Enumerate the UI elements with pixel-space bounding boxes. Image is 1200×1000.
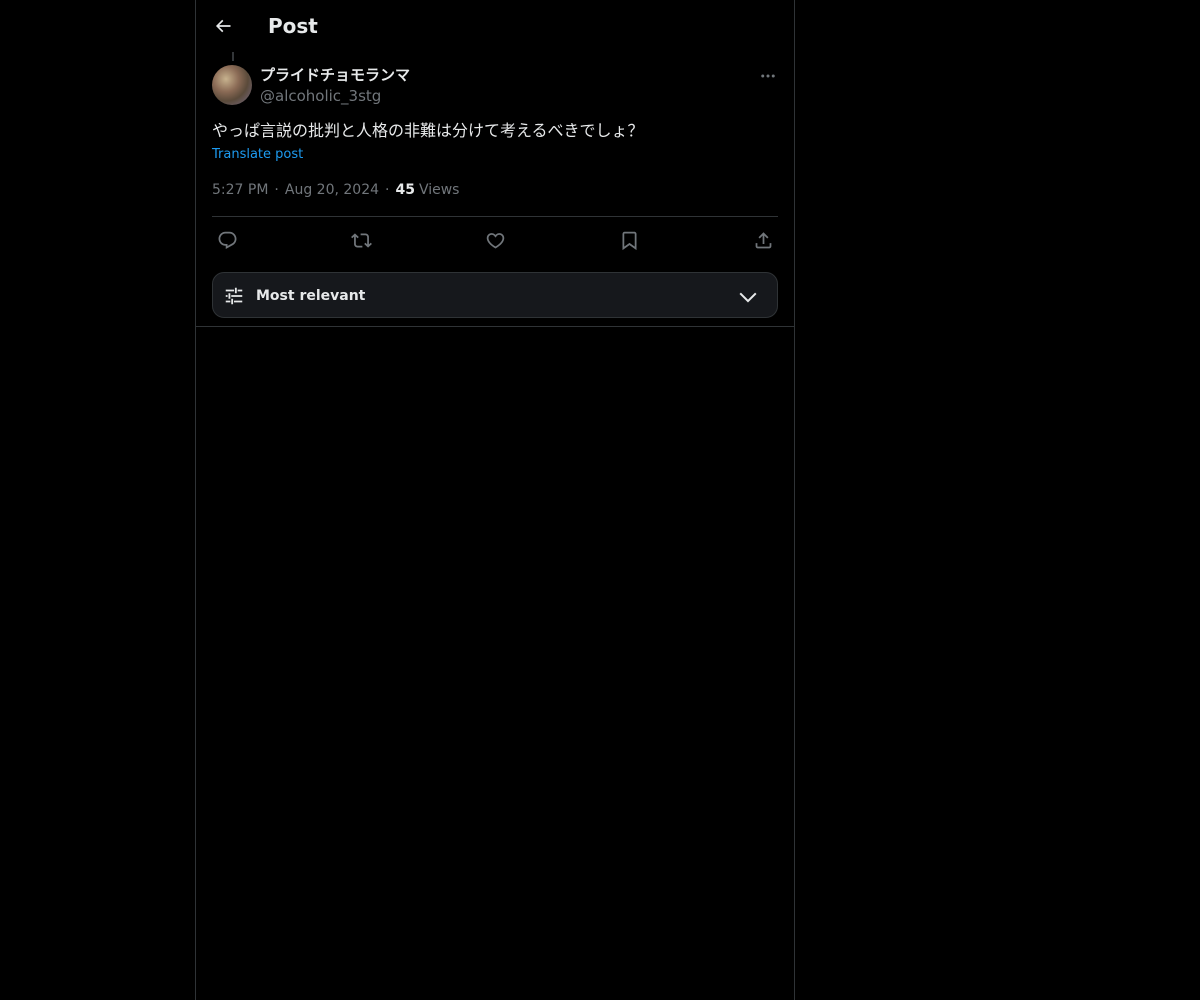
reply-icon (218, 231, 236, 249)
avatar[interactable] (212, 65, 252, 105)
primary-column: Post プライドチョモランマ @alcoholic_3stg やっぱ言説の批判… (195, 0, 795, 1000)
action-bar (212, 225, 778, 255)
back-button[interactable] (208, 11, 238, 41)
repost-icon (350, 232, 372, 248)
post-text: やっぱ言説の批判と人格の非難は分けて考えるべきでしょ？ (212, 121, 644, 140)
top-bar: Post (196, 0, 794, 53)
chevron-down-icon (739, 292, 757, 303)
replies-sort-dropdown[interactable]: Most relevant (212, 272, 778, 318)
bookmark-button[interactable] (614, 225, 644, 255)
arrow-left-icon (215, 19, 231, 33)
post-time[interactable]: 5:27 PM (212, 180, 268, 200)
post-date[interactable]: Aug 20, 2024 (285, 180, 379, 200)
sliders-icon (225, 287, 243, 305)
post-meta: 5:27 PM · Aug 20, 2024 · 45 Views (212, 180, 459, 200)
meta-separator: · (385, 182, 390, 198)
like-icon (486, 232, 504, 249)
author-name[interactable]: プライドチョモランマ (260, 65, 410, 85)
translate-post-link[interactable]: Translate post (212, 146, 303, 164)
section-divider (196, 326, 794, 327)
views-count: 45 (395, 182, 415, 198)
bookmark-icon (622, 231, 636, 250)
reply-button[interactable] (212, 225, 242, 255)
more-options-button[interactable] (756, 64, 780, 88)
more-horizontal-icon (761, 74, 775, 78)
share-icon (755, 231, 771, 248)
like-button[interactable] (480, 225, 510, 255)
thread-line (232, 52, 234, 61)
author-handle[interactable]: @alcoholic_3stg (260, 86, 381, 106)
share-button[interactable] (748, 225, 778, 255)
page-title: Post (268, 14, 318, 38)
repost-button[interactable] (346, 225, 376, 255)
views-label: Views (418, 182, 460, 198)
meta-separator: · (274, 182, 279, 198)
sort-label: Most relevant (256, 288, 366, 304)
divider (212, 216, 778, 217)
